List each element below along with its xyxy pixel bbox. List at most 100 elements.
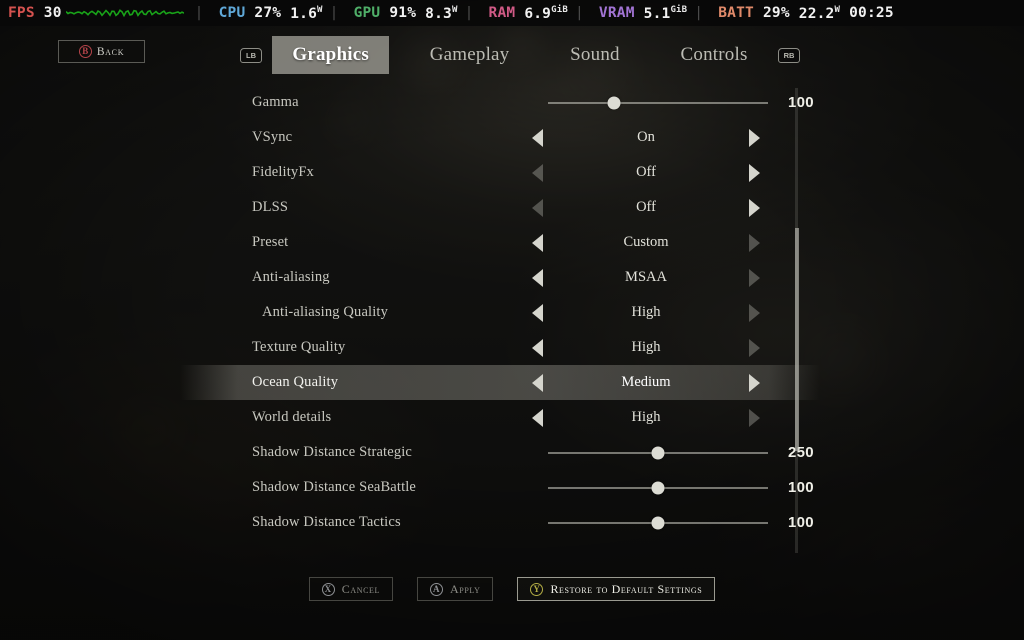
slider-value: 100	[788, 514, 814, 531]
overlay-extra-gpu: 8.3W	[425, 4, 458, 22]
overlay-clock: 00:25	[849, 5, 894, 21]
setting-label: VSync	[252, 129, 293, 145]
setting-row-dlss[interactable]: DLSS Off	[180, 190, 820, 225]
setting-label: Texture Quality	[252, 339, 346, 355]
setting-row-gamma[interactable]: Gamma 100	[180, 85, 820, 120]
scrollbar-thumb[interactable]	[794, 227, 799, 451]
overlay-separator: |	[194, 5, 204, 21]
setting-label: Gamma	[252, 94, 299, 110]
stepper-next-arrow[interactable]	[749, 303, 760, 322]
stepper-next-arrow[interactable]	[749, 408, 760, 427]
stepper-value: Off	[636, 199, 656, 215]
settings-scrollbar[interactable]	[794, 88, 799, 553]
cancel-button[interactable]: X Cancel	[308, 577, 394, 601]
stepper-prev-arrow[interactable]	[532, 233, 543, 252]
overlay-separator: |	[464, 5, 474, 21]
back-button[interactable]: B Back	[58, 40, 145, 63]
setting-row-anti-aliasing[interactable]: Anti-aliasing MSAA	[180, 260, 820, 295]
setting-row-shadow-distance-strategic[interactable]: Shadow Distance Strategic 250	[180, 435, 820, 470]
overlay-label-batt: BATT	[718, 5, 754, 21]
setting-row-vsync[interactable]: VSync On	[180, 120, 820, 155]
stepper-value: Medium	[621, 374, 671, 390]
stepper-preset: Custom	[532, 233, 760, 252]
apply-button-label: Apply	[450, 581, 481, 596]
setting-label: Ocean Quality	[252, 374, 339, 390]
setting-row-ocean-quality[interactable]: Ocean Quality Medium	[180, 365, 820, 400]
setting-label: World details	[252, 409, 332, 425]
stepper-next-arrow[interactable]	[749, 268, 760, 287]
setting-row-shadow-distance-tactics[interactable]: Shadow Distance Tactics 100	[180, 505, 820, 540]
setting-row-fidelityfx[interactable]: FidelityFx Off	[180, 155, 820, 190]
overlay-value-cpu: 27%	[254, 5, 282, 21]
stepper-prev-arrow[interactable]	[532, 373, 543, 392]
stepper-next-arrow[interactable]	[749, 198, 760, 217]
stepper-prev-arrow[interactable]	[532, 338, 543, 357]
setting-label: Preset	[252, 234, 289, 250]
stepper-fidelityfx: Off	[532, 163, 760, 182]
gamepad-a-icon: A	[430, 582, 444, 596]
back-button-label: Back	[96, 45, 125, 58]
overlay-label-gpu: GPU	[353, 5, 381, 21]
stepper-next-arrow[interactable]	[749, 373, 760, 392]
slider-value: 100	[788, 479, 814, 496]
restore-button[interactable]: Y Restore to Default Settings	[517, 577, 716, 601]
gamepad-y-icon: Y	[530, 582, 544, 596]
slider-shadow-distance-strategic[interactable]	[548, 435, 768, 470]
tab-list: Graphics Gameplay Sound Controls	[262, 36, 778, 74]
setting-label: Shadow Distance Strategic	[252, 444, 412, 460]
stepper-next-arrow[interactable]	[749, 233, 760, 252]
stepper-next-arrow[interactable]	[749, 128, 760, 147]
tab-controls[interactable]: Controls	[661, 36, 768, 74]
gamepad-b-icon: B	[78, 45, 92, 58]
stepper-prev-arrow[interactable]	[532, 408, 543, 427]
stepper-world-details: High	[532, 408, 760, 427]
stepper-next-arrow[interactable]	[749, 163, 760, 182]
gamepad-x-icon: X	[321, 582, 335, 596]
restore-button-label: Restore to Default Settings	[550, 581, 703, 596]
stepper-anti-aliasing-quality: High	[532, 303, 760, 322]
stepper-value: High	[631, 304, 661, 320]
tab-gameplay[interactable]: Gameplay	[410, 36, 530, 74]
setting-label: Anti-aliasing	[252, 269, 330, 285]
footer-button-bar: X Cancel A Apply Y Restore to Default Setting…	[0, 576, 1024, 602]
slider-track	[548, 446, 768, 459]
stepper-value: High	[631, 409, 661, 425]
setting-row-world-details[interactable]: World details High	[180, 400, 820, 435]
overlay-label-cpu: CPU	[218, 5, 246, 21]
overlay-extra-batt: 22.2W	[798, 4, 841, 22]
overlay-label-vram: VRAM	[598, 5, 635, 21]
overlay-extra-cpu: 1.6W	[290, 4, 323, 22]
setting-label: DLSS	[252, 199, 289, 215]
tab-label: Sound	[570, 44, 620, 65]
tab-graphics[interactable]: Graphics	[272, 36, 389, 74]
slider-shadow-distance-tactics[interactable]	[548, 505, 768, 540]
slider-shadow-distance-seabattle[interactable]	[548, 470, 768, 505]
stepper-prev-arrow[interactable]	[532, 163, 543, 182]
setting-row-shadow-distance-seabattle[interactable]: Shadow Distance SeaBattle 100	[180, 470, 820, 505]
setting-label: Anti-aliasing Quality	[262, 304, 388, 320]
stepper-next-arrow[interactable]	[749, 338, 760, 357]
overlay-value-vram: 5.1GiB	[643, 4, 688, 22]
apply-button[interactable]: A Apply	[417, 577, 494, 601]
slider-track	[548, 96, 768, 109]
slider-knob[interactable]	[651, 481, 665, 494]
setting-label: Shadow Distance Tactics	[252, 514, 401, 530]
stepper-prev-arrow[interactable]	[532, 128, 543, 147]
cancel-button-label: Cancel	[341, 581, 381, 596]
setting-row-anti-aliasing-quality[interactable]: Anti-aliasing Quality High	[180, 295, 820, 330]
stepper-value: High	[631, 339, 661, 355]
slider-gamma[interactable]	[548, 85, 768, 120]
overlay-value-fps: 30	[43, 5, 62, 21]
slider-knob[interactable]	[651, 446, 665, 459]
overlay-label-ram: RAM	[488, 5, 516, 21]
slider-knob[interactable]	[651, 516, 665, 529]
setting-label: Shadow Distance SeaBattle	[252, 479, 417, 495]
stepper-prev-arrow[interactable]	[532, 303, 543, 322]
stepper-prev-arrow[interactable]	[532, 198, 543, 217]
tab-sound[interactable]: Sound	[550, 36, 640, 74]
setting-row-texture-quality[interactable]: Texture Quality High	[180, 330, 820, 365]
stepper-prev-arrow[interactable]	[532, 268, 543, 287]
overlay-value-gpu: 91%	[389, 5, 417, 21]
slider-knob[interactable]	[607, 96, 621, 109]
setting-row-preset[interactable]: Preset Custom	[180, 225, 820, 260]
